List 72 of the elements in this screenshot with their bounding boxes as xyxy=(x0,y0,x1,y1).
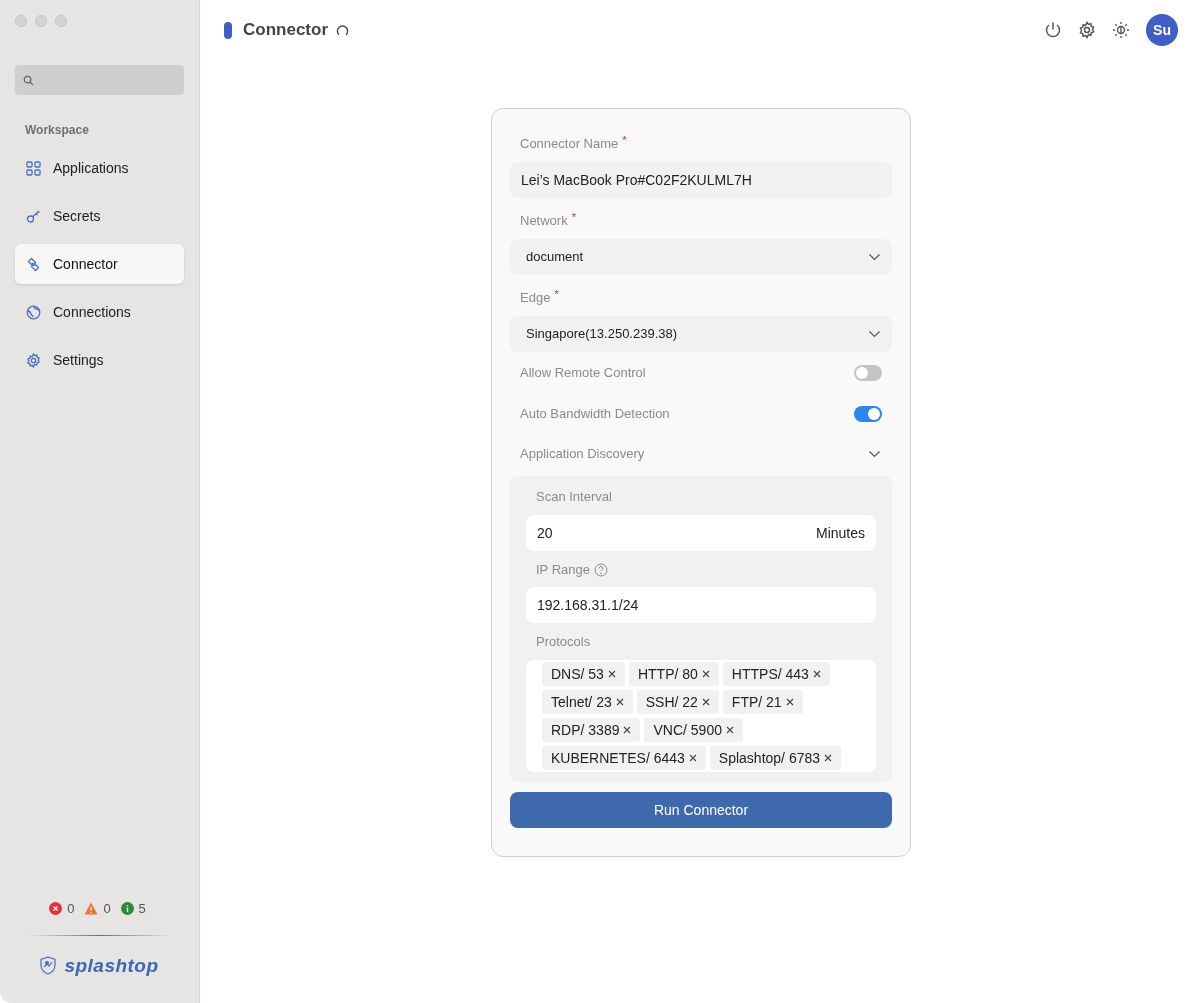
error-count: 0 xyxy=(67,900,75,918)
protocol-tag: KUBERNETES/ 6443 xyxy=(542,746,706,770)
brand-logo: splashtop xyxy=(64,953,159,978)
sidebar-item[interactable]: Secrets xyxy=(15,196,184,236)
protocol-tag: HTTPS/ 443 xyxy=(722,662,830,686)
close-icon[interactable] xyxy=(607,670,616,678)
field-label: Edge xyxy=(520,289,551,308)
close-icon[interactable] xyxy=(701,670,710,678)
text-field[interactable]: 192.168.31.1/24 xyxy=(526,587,876,623)
required-asterisk: * xyxy=(622,132,627,148)
settings-icon xyxy=(26,352,41,368)
grid-icon xyxy=(26,160,41,176)
protocol-tag: Splashtop/ 6783 xyxy=(709,746,842,770)
protocol-tag: RDP/ 3389 xyxy=(542,718,641,742)
select-field[interactable]: Singapore(13.250.239.38) xyxy=(510,316,892,352)
text-field[interactable]: Lei’s MacBook Pro#C02F2KULML7H xyxy=(510,162,892,198)
page-title: Connector xyxy=(243,19,328,42)
key-icon xyxy=(26,208,41,224)
toggle-switch[interactable] xyxy=(854,364,882,381)
search-icon xyxy=(23,74,34,86)
shield-logo-icon xyxy=(40,956,57,976)
user-avatar[interactable]: Su xyxy=(1146,14,1178,46)
protocol-tag: SSH/ 22 xyxy=(636,690,719,714)
field-label: Connector Name xyxy=(520,135,619,154)
sidebar-item[interactable]: Connections xyxy=(15,292,184,332)
protocol-tag: VNC/ 5900 xyxy=(644,718,743,742)
required-asterisk: * xyxy=(571,209,576,225)
protocol-tag: Telnet/ 23 xyxy=(542,690,633,714)
info-count: 5 xyxy=(138,900,146,918)
protocol-tag: HTTP/ 80 xyxy=(628,662,719,686)
globe-icon xyxy=(26,304,41,320)
protocol-tag: DNS/ 53 xyxy=(542,662,625,686)
tag-input-field[interactable]: DNS/ 53 HTTP/ 80 HTTPS/ 443 Telnet/ 23 SSH/ 22 FTP/ 21 RDP/ 3389 VNC/ 5900 KUBERNETES/ 6443 Splashtop/ 6783 xyxy=(526,660,876,772)
info-icon xyxy=(120,902,134,916)
toggle-switch[interactable] xyxy=(854,405,882,422)
sidebar-item[interactable]: Connector xyxy=(15,244,184,284)
close-icon[interactable] xyxy=(812,670,821,678)
refresh-icon[interactable] xyxy=(336,23,349,37)
toggle-label: Allow Remote Control xyxy=(520,363,646,382)
close-icon[interactable] xyxy=(623,726,632,734)
link-icon xyxy=(26,256,41,272)
required-asterisk: * xyxy=(554,286,559,302)
number-field[interactable]: 20 Minutes xyxy=(526,515,876,551)
close-icon[interactable] xyxy=(615,698,624,706)
section-heading: Workspace xyxy=(25,122,90,139)
close-icon[interactable] xyxy=(824,754,833,762)
settings-icon[interactable] xyxy=(1078,21,1096,39)
field-label: Scan Interval xyxy=(536,488,612,507)
chevron-down-icon xyxy=(869,330,880,338)
status-indicator xyxy=(224,21,232,39)
sidebar-item[interactable]: Applications xyxy=(15,148,184,188)
search-field[interactable] xyxy=(15,65,184,95)
chevron-down-icon xyxy=(869,253,880,261)
warning-icon xyxy=(84,902,99,916)
sidebar-item[interactable]: Settings xyxy=(15,340,184,380)
brightness-icon[interactable] xyxy=(1112,21,1130,39)
unit-label: Minutes xyxy=(815,523,865,543)
chevron-down-icon xyxy=(869,450,880,458)
power-icon[interactable] xyxy=(1044,21,1062,39)
select-field[interactable]: document xyxy=(510,239,892,275)
close-icon[interactable] xyxy=(701,698,710,706)
close-icon[interactable] xyxy=(688,754,697,762)
field-label: Protocols xyxy=(536,633,591,652)
error-icon xyxy=(49,902,63,916)
warning-count: 0 xyxy=(103,900,111,918)
field-label: IP Range xyxy=(536,561,590,580)
close-icon[interactable] xyxy=(725,726,734,734)
protocol-tag: FTP/ 21 xyxy=(722,690,803,714)
field-label: Network xyxy=(520,212,568,231)
toggle-label: Auto Bandwidth Detection xyxy=(520,404,670,423)
run-connector-button[interactable]: Run Connector xyxy=(510,792,892,828)
close-icon[interactable] xyxy=(785,698,794,706)
